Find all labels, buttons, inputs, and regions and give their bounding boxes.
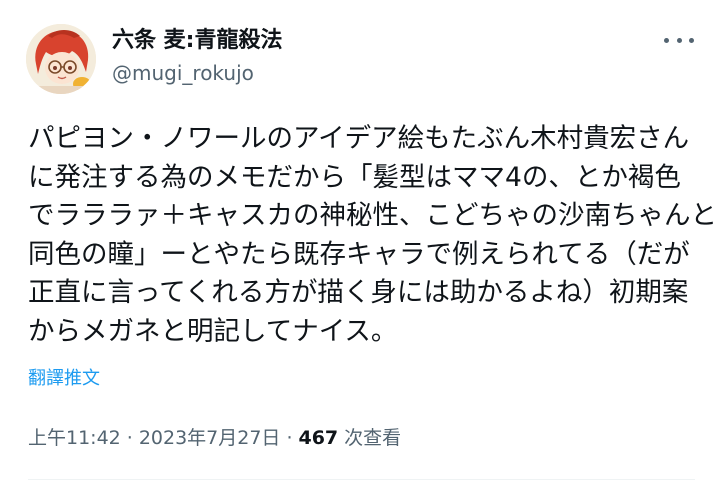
- tweet-meta: 上午11:42 · 2023年7月27日 · 467 次查看: [28, 425, 401, 451]
- meta-separator: ·: [286, 427, 293, 449]
- tweet-text-line: に発注する為のメモだから「髪型はママ4の、とか褐色: [28, 161, 681, 193]
- tweet-date[interactable]: 2023年7月27日: [139, 425, 281, 451]
- more-dot: [689, 37, 694, 43]
- views-count: 467: [298, 427, 339, 449]
- tweet-text-line: 正直に言ってくれる方が描く身には助かるよね）初期案: [28, 277, 689, 309]
- tweet-text-line: 同色の瞳」ーとやたら既存キャラで例えられてる（だが: [28, 238, 690, 270]
- more-dot: [664, 37, 669, 43]
- tweet-text-line: パピヨン・ノワールのアイデア絵もたぶん木村貴宏さん: [28, 123, 690, 154]
- divider: [28, 479, 695, 480]
- tweet-text: パピヨン・ノワールのアイデア絵もたぶん木村貴宏さん に発注する為のメモだから「髪…: [28, 120, 717, 352]
- user-handle[interactable]: @mugi_rokujo: [112, 60, 254, 86]
- translate-tweet-link[interactable]: 翻譯推文: [28, 367, 100, 391]
- tweet-text-line: でラララァ＋キャスカの神秘性、こどちゃの沙南ちゃんと: [28, 200, 717, 232]
- more-dot: [676, 37, 682, 43]
- meta-separator: ·: [126, 427, 133, 449]
- tweet-text-line: からメガネと明記してナイス。: [28, 315, 398, 347]
- views-label: 次查看: [344, 427, 402, 449]
- avatar-image: [26, 24, 96, 94]
- tweet-time[interactable]: 上午11:42: [28, 425, 121, 451]
- avatar[interactable]: [26, 24, 96, 94]
- more-options-icon[interactable]: [664, 30, 694, 50]
- display-name[interactable]: 六条 麦:青龍殺法: [112, 27, 282, 55]
